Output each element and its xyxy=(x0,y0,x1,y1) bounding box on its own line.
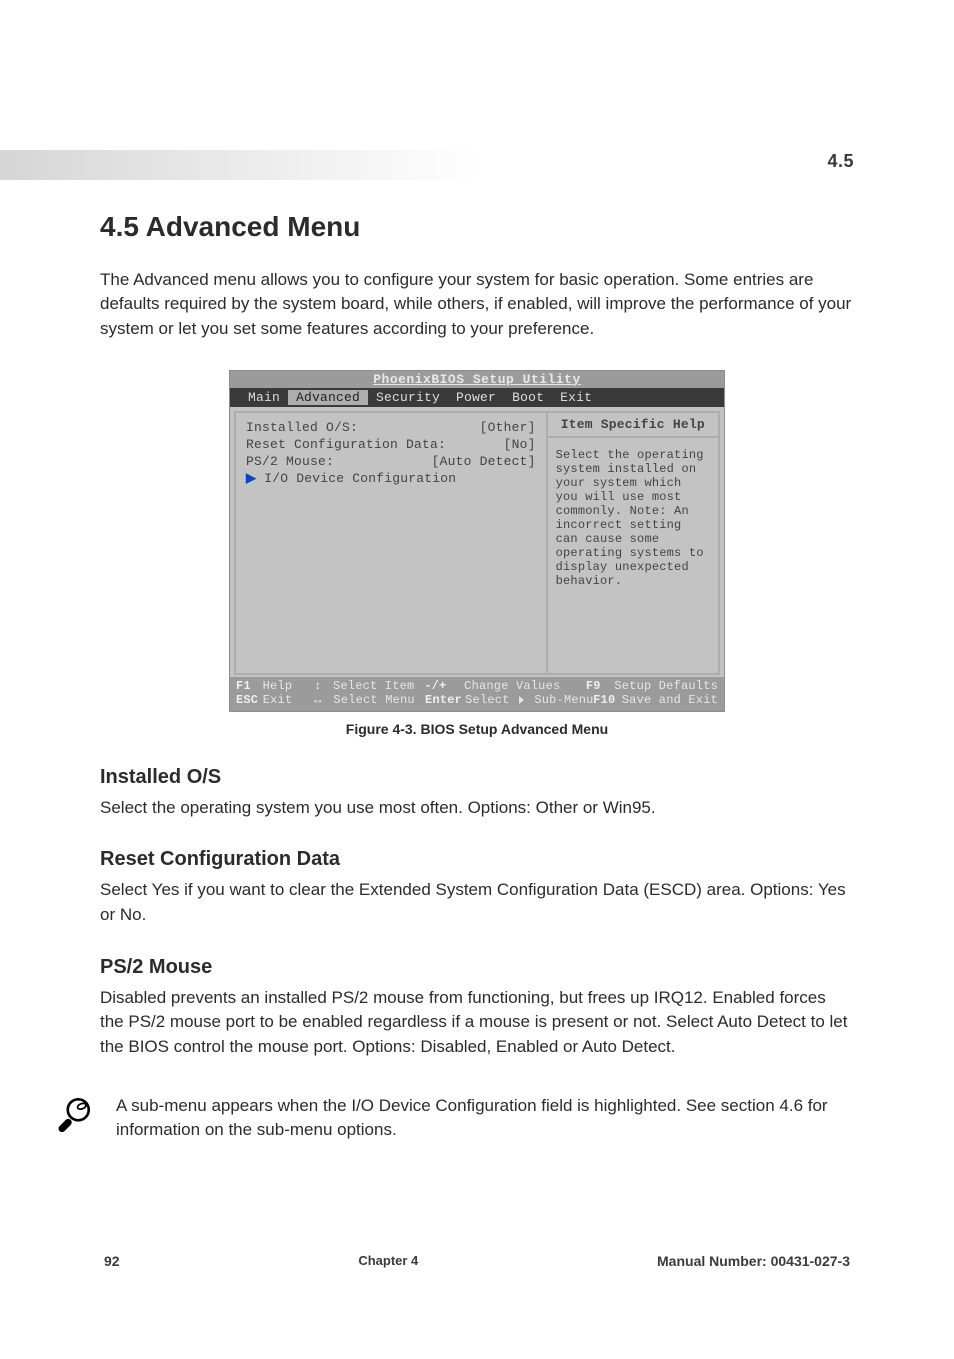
bios-menu-bar: Main Advanced Security Power Boot Exit xyxy=(230,388,724,407)
bios-tab-exit[interactable]: Exit xyxy=(552,390,600,405)
bios-key-action: Help xyxy=(263,679,314,693)
bios-tab-boot[interactable]: Boot xyxy=(504,390,552,405)
page-chapter: Chapter 4 xyxy=(358,1253,418,1268)
bios-row-submenu[interactable]: ▶ ▶ I/O Device ConfigurationI/O Device C… xyxy=(246,470,536,487)
bios-key-action: Select Menu xyxy=(333,693,425,707)
page-manual-number: Manual Number: 00431-027-3 xyxy=(657,1253,850,1269)
page-header-band xyxy=(0,150,480,180)
bios-key-action: Change Values xyxy=(464,679,586,693)
bios-key-action: Select Sub-Menu xyxy=(465,693,593,707)
bios-key-action: Setup Defaults xyxy=(614,679,718,693)
figure-caption: Figure 4-3. BIOS Setup Advanced Menu xyxy=(100,720,854,738)
submenu-arrow-icon: ▶ xyxy=(246,471,256,486)
bios-key-action: Select Item xyxy=(333,679,424,693)
bios-row[interactable]: Reset Configuration Data: [No] xyxy=(246,436,536,453)
page-footer: 92 Chapter 4 Manual Number: 00431-027-3 xyxy=(100,1253,854,1269)
note-text: A sub-menu appears when the I/O Device C… xyxy=(116,1094,854,1143)
bios-row-label: Installed O/S: xyxy=(246,420,358,435)
option-description: Disabled prevents an installed PS/2 mous… xyxy=(100,986,854,1060)
bios-help-header: Item Specific Help xyxy=(548,413,718,438)
bios-row[interactable]: Installed O/S: [Other] xyxy=(246,419,536,436)
option-block: Installed O/S Select the operating syste… xyxy=(100,764,854,821)
bios-row-value: [No] xyxy=(504,437,536,452)
bios-key: F9 xyxy=(586,679,615,693)
bios-key-action: Exit xyxy=(263,693,315,707)
bios-row[interactable]: PS/2 Mouse: [Auto Detect] xyxy=(246,453,536,470)
option-block: Reset Configuration Data Select Yes if y… xyxy=(100,846,854,927)
page-number: 92 xyxy=(104,1253,120,1269)
bios-key-action: Save and Exit xyxy=(622,693,718,707)
option-title: Reset Configuration Data xyxy=(100,846,854,872)
bios-tab-advanced[interactable]: Advanced xyxy=(288,390,368,405)
bios-key: ↔ xyxy=(314,693,333,707)
bios-row-label: PS/2 Mouse: xyxy=(246,454,334,469)
bios-title: PhoenixBIOS Setup Utility xyxy=(230,371,724,388)
bios-help-text: Select the operating system installed on… xyxy=(548,438,718,673)
option-block: PS/2 Mouse Disabled prevents an installe… xyxy=(100,954,854,1060)
bios-screenshot: PhoenixBIOS Setup Utility Main Advanced … xyxy=(229,370,725,712)
option-title: Installed O/S xyxy=(100,764,854,790)
bios-footer: F1 Help ↕ Select Item -/+ Change Values … xyxy=(230,677,724,711)
triangle-right-icon xyxy=(519,696,524,704)
bios-key: -/+ xyxy=(424,679,464,693)
bios-key: F1 xyxy=(236,679,263,693)
bios-left-pane: Installed O/S: [Other] Reset Configurati… xyxy=(234,411,546,675)
intro-paragraph: The Advanced menu allows you to configur… xyxy=(100,268,854,342)
option-description: Select the operating system you use most… xyxy=(100,796,854,821)
option-description: Select Yes if you want to clear the Exte… xyxy=(100,878,854,927)
page-title: 4.5 Advanced Menu xyxy=(100,210,854,244)
bios-row-value: [Auto Detect] xyxy=(432,454,536,469)
note-block: A sub-menu appears when the I/O Device C… xyxy=(52,1094,854,1143)
bios-tab-security[interactable]: Security xyxy=(368,390,448,405)
bios-footer-line-2: ESC Exit ↔ Select Menu Enter Select Sub-… xyxy=(236,693,718,707)
bios-key: ↕ xyxy=(314,679,333,693)
bios-row-value: [Other] xyxy=(480,420,536,435)
magnifier-icon xyxy=(52,1094,94,1136)
option-title: PS/2 Mouse xyxy=(100,954,854,980)
section-number: 4.5 xyxy=(827,152,854,170)
bios-footer-line-1: F1 Help ↕ Select Item -/+ Change Values … xyxy=(236,679,718,693)
bios-row-label: Reset Configuration Data: xyxy=(246,437,446,452)
bios-key: F10 xyxy=(593,693,622,707)
bios-tab-power[interactable]: Power xyxy=(448,390,504,405)
bios-row-label: ▶ ▶ I/O Device ConfigurationI/O Device C… xyxy=(246,471,456,486)
bios-key: Enter xyxy=(425,693,465,707)
bios-key: ESC xyxy=(236,693,263,707)
bios-tab-main[interactable]: Main xyxy=(240,390,288,405)
bios-right-pane: Item Specific Help Select the operating … xyxy=(546,411,720,675)
